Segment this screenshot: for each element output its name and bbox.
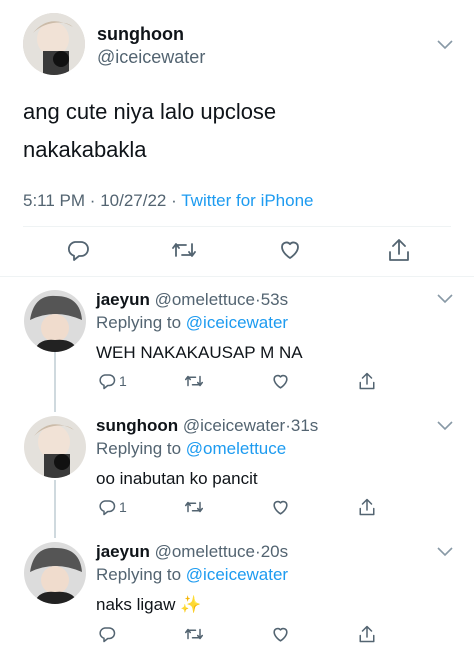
reply-text: WEH NAKAKAUSAP M NA: [96, 343, 303, 362]
replying-to-label: Replying to: [96, 439, 182, 458]
reply-header: sunghoon @iceicewater·31s: [96, 416, 318, 436]
replying-to-link[interactable]: @iceicewater: [186, 565, 288, 584]
reply-count: 1: [119, 373, 127, 389]
tweet-date: 10/27/22: [100, 191, 167, 210]
replying-to-line: Replying to @iceicewater: [96, 565, 288, 585]
reply-author-name[interactable]: jaeyun: [96, 290, 150, 309]
chevron-down-icon[interactable]: [437, 294, 453, 304]
like-icon[interactable]: [271, 372, 290, 391]
reply-author-name[interactable]: sunghoon: [96, 416, 178, 435]
separator-dot: ·: [171, 191, 177, 210]
reply-header: jaeyun @omelettuce·53s: [96, 290, 288, 310]
replying-to-link[interactable]: @omelettuce: [186, 439, 286, 458]
retweet-icon[interactable]: [184, 498, 204, 516]
author-handle[interactable]: @iceicewater: [97, 47, 205, 68]
reply-button[interactable]: 1: [98, 372, 127, 390]
reply-icon: [99, 500, 116, 516]
reply-author-name[interactable]: jaeyun: [96, 542, 150, 561]
like-icon[interactable]: [271, 625, 290, 644]
thread-line: [54, 480, 56, 538]
divider: [23, 226, 451, 227]
reply-author-handle[interactable]: @iceicewater: [183, 416, 285, 435]
reply-text: naks ligaw ✨: [96, 595, 201, 615]
reply-count: 1: [119, 499, 127, 515]
chevron-down-icon[interactable]: [437, 547, 453, 557]
reply-button[interactable]: [98, 625, 119, 643]
retweet-icon[interactable]: [184, 372, 204, 390]
replying-to-label: Replying to: [96, 565, 182, 584]
separator-dot: ·: [89, 191, 96, 210]
thread-line: [54, 352, 56, 412]
retweet-icon[interactable]: [171, 238, 197, 262]
reply-age[interactable]: 53s: [261, 290, 288, 309]
share-icon[interactable]: [387, 237, 411, 263]
chevron-down-icon[interactable]: [437, 421, 453, 431]
avatar-jaeyun[interactable]: [24, 542, 86, 604]
reply-age[interactable]: 31s: [291, 416, 318, 435]
share-icon[interactable]: [358, 497, 376, 517]
avatar-jaeyun[interactable]: [24, 290, 86, 352]
sparkles-icon: ✨: [180, 595, 202, 614]
reply-author-handle[interactable]: @omelettuce: [155, 290, 255, 309]
divider: [0, 276, 474, 277]
tweet-source-link[interactable]: Twitter for iPhone: [181, 191, 313, 210]
replying-to-label: Replying to: [96, 313, 182, 332]
tweet-text-line-1: ang cute niya lalo upclose: [23, 99, 277, 124]
share-icon[interactable]: [358, 371, 376, 391]
avatar-sunghoon[interactable]: [23, 13, 85, 75]
retweet-icon[interactable]: [184, 625, 204, 643]
share-icon[interactable]: [358, 624, 376, 644]
replying-to-link[interactable]: @iceicewater: [186, 313, 288, 332]
avatar-sunghoon[interactable]: [24, 416, 86, 478]
reply-header: jaeyun @omelettuce·20s: [96, 542, 288, 562]
like-icon[interactable]: [278, 238, 302, 262]
reply-text-content: naks ligaw: [96, 595, 176, 614]
tweet-text-line-2: nakakabakla: [23, 137, 147, 162]
like-icon[interactable]: [271, 498, 290, 517]
tweet-time: 5:11 PM: [23, 191, 86, 210]
chevron-down-icon[interactable]: [437, 40, 453, 50]
reply-age[interactable]: 20s: [261, 542, 288, 561]
author-name[interactable]: sunghoon: [97, 24, 184, 45]
reply-icon: [99, 374, 116, 390]
reply-button[interactable]: 1: [98, 498, 127, 516]
replying-to-line: Replying to @omelettuce: [96, 439, 286, 459]
reply-icon[interactable]: [66, 238, 90, 262]
replying-to-line: Replying to @iceicewater: [96, 313, 288, 333]
reply-icon: [99, 627, 116, 643]
reply-author-handle[interactable]: @omelettuce: [155, 542, 255, 561]
tweet-meta: 5:11 PM · 10/27/22 · Twitter for iPhone: [23, 191, 314, 211]
reply-text: oo inabutan ko pancit: [96, 469, 258, 488]
